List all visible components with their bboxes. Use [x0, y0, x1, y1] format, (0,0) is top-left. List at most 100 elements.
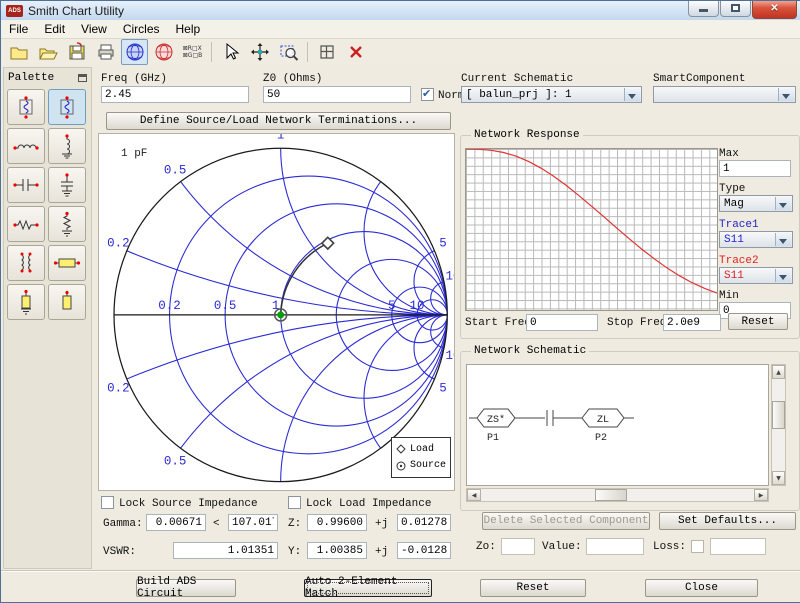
bottom-reset-button[interactable]: Reset	[480, 579, 586, 597]
palette-shunt-capacitor[interactable]	[48, 167, 86, 203]
print-icon	[96, 42, 116, 62]
zoom-area-button[interactable]	[275, 39, 302, 65]
angle-symbol: <	[213, 518, 220, 530]
set-defaults-button[interactable]: Set Defaults...	[659, 512, 796, 530]
menu-file[interactable]: File	[1, 21, 36, 37]
minimize-button[interactable]	[688, 1, 719, 17]
minimize-icon	[699, 9, 708, 12]
freq-label: Freq (GHz)	[101, 73, 167, 85]
palette-dock-icon[interactable]	[78, 74, 87, 82]
z0-label: Z0 (Ohms)	[263, 73, 322, 85]
vswr-input[interactable]	[173, 542, 278, 559]
response-reset-button[interactable]: Reset	[728, 313, 788, 330]
palette-panel: Palette	[3, 67, 92, 569]
current-schematic-select[interactable]: [ balun_prj ]: 1	[461, 86, 642, 103]
normalize-checkbox[interactable]	[421, 88, 434, 101]
scroll-up-icon[interactable]: ▲	[772, 365, 785, 379]
maximize-button[interactable]	[720, 1, 751, 17]
stop-freq-input[interactable]	[663, 314, 721, 331]
bottom-close-button[interactable]: Close	[645, 579, 758, 597]
zo-input[interactable]	[501, 538, 535, 555]
type-select[interactable]: Mag	[719, 195, 793, 212]
trace2-select[interactable]: S11	[719, 267, 793, 284]
palette-series-capacitor[interactable]	[7, 167, 45, 203]
save-button[interactable]	[63, 39, 90, 65]
source-circle-icon	[396, 461, 406, 471]
palette-shunt-inductor[interactable]	[48, 128, 86, 164]
print-button[interactable]	[92, 39, 119, 65]
capacitor-symbol	[547, 410, 553, 426]
gamma-angle-input[interactable]	[228, 514, 278, 531]
gamma-mag-input[interactable]	[146, 514, 206, 531]
hscroll-thumb[interactable]	[595, 489, 627, 501]
loss-checkbox[interactable]	[691, 540, 704, 553]
new-file-button[interactable]	[5, 39, 32, 65]
pointer-tool-button[interactable]	[217, 39, 244, 65]
palette-open-stub[interactable]	[48, 284, 86, 320]
palette-shunt-rl-network[interactable]	[7, 89, 45, 125]
start-freq-input[interactable]	[526, 314, 598, 331]
scroll-down-icon[interactable]: ▼	[772, 471, 785, 485]
palette-shunt-resistor[interactable]	[48, 206, 86, 242]
freq-input[interactable]	[101, 86, 249, 103]
series-inductor-icon	[13, 133, 39, 159]
smith-chart-admittance-button[interactable]	[150, 39, 177, 65]
smartcomponent-select[interactable]	[653, 86, 796, 103]
schematic-vscrollbar[interactable]: ▲ ▼	[771, 364, 786, 486]
delete-x-icon	[346, 42, 366, 62]
svg-text:0.5: 0.5	[164, 163, 187, 177]
smith-chart-impedance-button[interactable]	[121, 39, 148, 65]
smith-chart-canvas[interactable]: 0.20.515100.20.20.50.511551010 1 pF Load…	[98, 133, 455, 491]
loss-label: Loss:	[653, 541, 686, 553]
menu-edit[interactable]: Edit	[36, 21, 73, 37]
menu-help[interactable]: Help	[168, 21, 209, 37]
smith-chart-admittance-icon	[154, 42, 174, 62]
vscroll-thumb[interactable]	[772, 401, 785, 429]
chart-display-options-button[interactable]: ⊠R□X ⊠G□B	[179, 39, 206, 65]
value-input[interactable]	[586, 538, 644, 555]
palette-shunt-stub[interactable]	[7, 284, 45, 320]
palette-series-inductor[interactable]	[7, 128, 45, 164]
scroll-right-icon[interactable]: ▶	[754, 489, 768, 501]
min-label: Min	[719, 290, 739, 302]
delete-selected-component-button[interactable]: Delete Selected Component	[482, 512, 650, 530]
snap-grid-icon	[317, 42, 337, 62]
palette-shunt-rl-network-alt[interactable]	[48, 89, 86, 125]
palette-series-resistor[interactable]	[7, 206, 45, 242]
build-ads-circuit-button[interactable]: Build ADS Circuit	[136, 579, 236, 597]
schematic-hscrollbar[interactable]: ◀ ▶	[466, 488, 769, 502]
lock-source-checkbox[interactable]	[101, 496, 114, 509]
auto-2-element-match-button[interactable]: Auto 2-Element Match	[304, 579, 432, 597]
delete-button[interactable]	[342, 39, 369, 65]
close-button[interactable]: ✕	[752, 1, 797, 19]
palette-transformer[interactable]	[7, 245, 45, 281]
schematic-canvas[interactable]: ZS* ZL P1 P2	[466, 364, 769, 486]
trace1-label: Trace1	[719, 219, 759, 231]
network-schematic-title: Network Schematic	[471, 345, 589, 357]
max-input[interactable]	[719, 160, 791, 177]
lock-load-checkbox[interactable]	[288, 496, 301, 509]
move-tool-button[interactable]	[246, 39, 273, 65]
network-response-plot	[465, 148, 718, 311]
open-file-button[interactable]	[34, 39, 61, 65]
scroll-left-icon[interactable]: ◀	[467, 489, 481, 501]
z-real-input[interactable]	[307, 514, 367, 531]
trace1-select[interactable]: S11	[719, 231, 793, 248]
z0-input[interactable]	[263, 86, 411, 103]
define-terminations-button[interactable]: Define Source/Load Network Terminations.…	[106, 112, 451, 130]
new-file-icon	[9, 42, 29, 62]
source-port-name: ZS*	[487, 414, 505, 426]
snap-grid-button[interactable]	[313, 39, 340, 65]
gamma-label: Gamma:	[103, 518, 143, 530]
loss-input[interactable]	[710, 538, 766, 555]
svg-text:5: 5	[439, 382, 447, 396]
y-real-input[interactable]	[307, 542, 367, 559]
menu-circles[interactable]: Circles	[115, 21, 168, 37]
y-imag-input[interactable]	[397, 542, 451, 559]
menu-view[interactable]: View	[73, 21, 115, 37]
z-imag-input[interactable]	[397, 514, 451, 531]
series-resistor-icon	[13, 211, 39, 237]
palette-series-transmission-line[interactable]	[48, 245, 86, 281]
plus-j-label: +j	[375, 546, 388, 558]
open-file-icon	[38, 42, 58, 62]
